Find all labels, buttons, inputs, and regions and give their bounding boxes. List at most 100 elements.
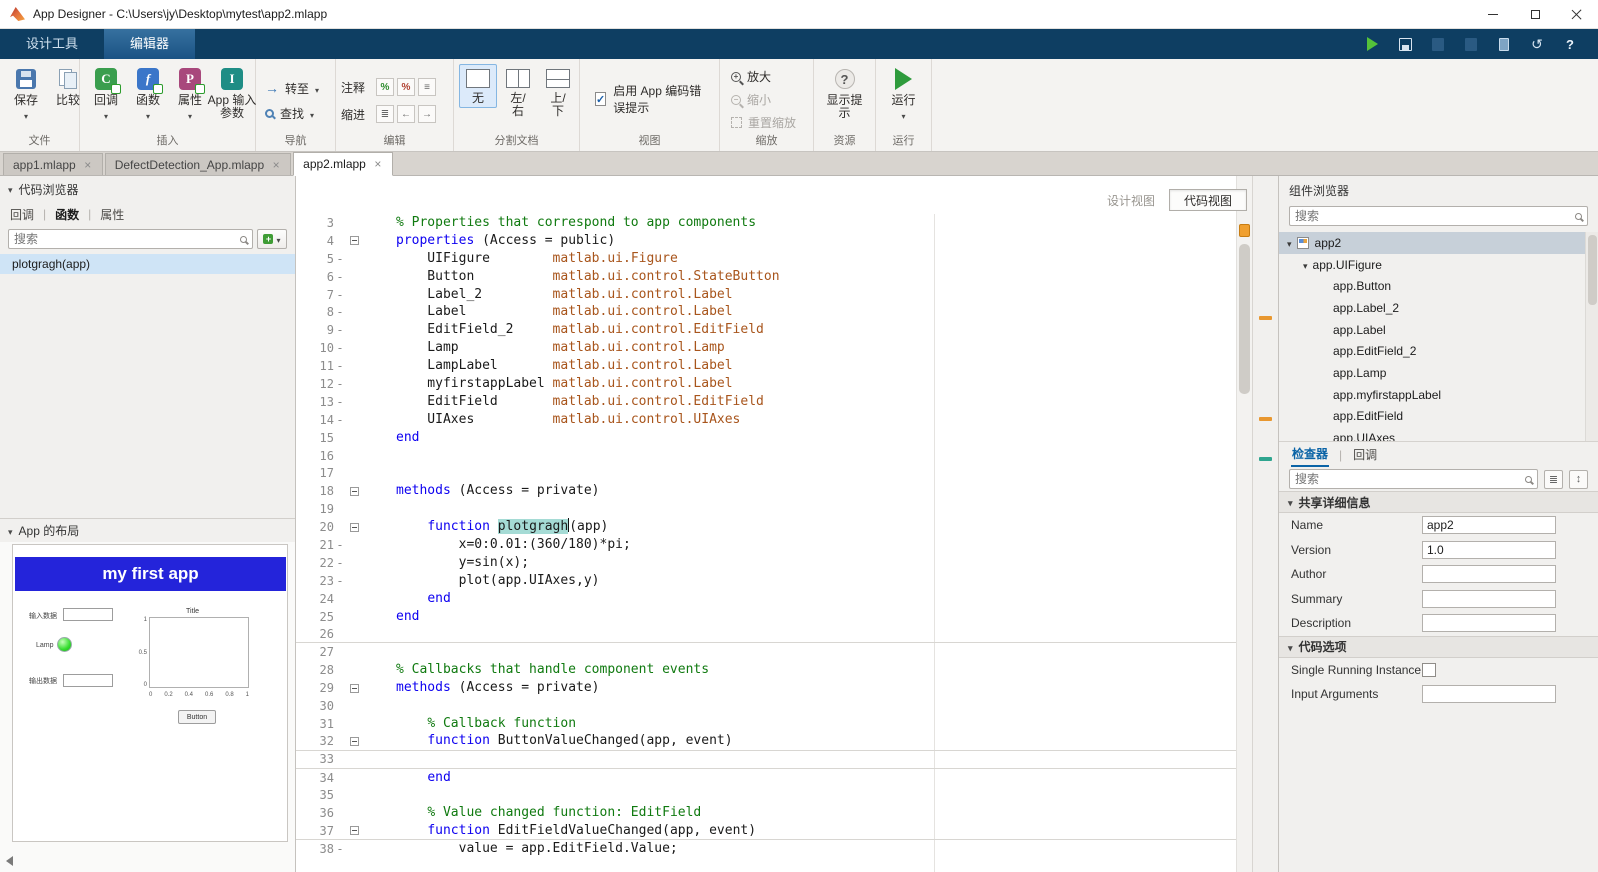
code-line[interactable]: 36 % Value changed function: EditField (296, 804, 1236, 822)
code-browser-tab[interactable]: 属性 (100, 206, 124, 223)
line-number[interactable]: 37 (296, 824, 334, 838)
code-line[interactable]: 19 (296, 500, 1236, 518)
fold-marker-icon[interactable] (349, 236, 359, 246)
comment-button[interactable] (376, 78, 394, 96)
close-tab-icon[interactable] (83, 158, 93, 172)
inspector-tab[interactable]: 检查器 (1291, 442, 1330, 467)
line-number[interactable]: 38 (296, 842, 334, 856)
view-list-button[interactable] (1544, 469, 1563, 489)
code-line[interactable]: 32 function ButtonValueChanged(app, even… (296, 733, 1236, 751)
line-number[interactable]: 19 (296, 502, 334, 516)
paste-quick-button[interactable] (1492, 33, 1516, 55)
code-line[interactable]: 23- plot(app.UIAxes,y) (296, 572, 1236, 590)
code-line[interactable]: 37 function EditFieldValueChanged(app, e… (296, 822, 1236, 841)
scrollbar-thumb[interactable] (1588, 235, 1597, 305)
find-button[interactable]: 查找 (261, 102, 318, 125)
fold-marker-icon[interactable] (349, 826, 359, 836)
code-line[interactable]: 30 (296, 697, 1236, 715)
property-checkbox[interactable] (1422, 662, 1436, 677)
property-field-name[interactable] (1422, 516, 1556, 535)
line-number[interactable]: 3 (296, 216, 334, 230)
code-line[interactable]: 13- EditField matlab.ui.control.EditFiel… (296, 393, 1236, 411)
document-tab[interactable]: DefectDetection_App.mlapp (104, 153, 292, 175)
search-box[interactable] (1289, 206, 1588, 226)
add-function-split-button[interactable] (257, 229, 287, 249)
collapse-arrow-icon[interactable] (1287, 236, 1292, 250)
line-number[interactable]: 35 (296, 788, 334, 802)
code-line[interactable]: 16 (296, 447, 1236, 465)
code-lines[interactable]: 3 % Properties that correspond to app com… (296, 214, 1236, 872)
code-line[interactable]: 14- UIAxes matlab.ui.control.UIAxes (296, 411, 1236, 429)
line-number[interactable]: 23 (296, 574, 334, 588)
line-number[interactable]: 18 (296, 484, 334, 498)
app-layout-header[interactable]: App 的布局 (0, 518, 295, 542)
tree-item-app-root[interactable]: app2 (1279, 232, 1598, 254)
line-number[interactable]: 34 (296, 771, 334, 785)
enable-coding-alerts-option[interactable]: 启用 App 编码错误提示 (595, 82, 704, 116)
collapse-arrow-icon[interactable] (8, 182, 13, 196)
inspector-tab[interactable]: 回调 (1352, 443, 1378, 466)
line-number[interactable]: 17 (296, 466, 334, 480)
property-field-author[interactable] (1422, 565, 1556, 584)
code-line[interactable]: 4 properties (Access = public) (296, 232, 1236, 250)
property-field-version[interactable] (1422, 540, 1556, 559)
tree-item-component[interactable]: app.Button (1279, 275, 1598, 297)
line-number[interactable]: 6 (296, 270, 334, 284)
tab-design-tools[interactable]: 设计工具 (0, 29, 104, 59)
line-number[interactable]: 9 (296, 323, 334, 337)
code-line[interactable]: 28 % Callbacks that handle component even… (296, 661, 1236, 679)
maximize-button[interactable] (1514, 0, 1556, 28)
search-box[interactable] (1289, 469, 1538, 489)
code-line[interactable]: 5- UIFigure matlab.ui.Figure (296, 250, 1236, 268)
code-line[interactable]: 33 (296, 751, 1236, 769)
code-line[interactable]: 7- Label_2 matlab.ui.control.Label (296, 286, 1236, 304)
goto-button[interactable]: 转至 (261, 77, 323, 100)
warning-indicator-icon[interactable] (1239, 224, 1250, 237)
property-field-description[interactable] (1422, 614, 1556, 633)
cut-quick-button[interactable] (1426, 33, 1450, 55)
close-tab-icon[interactable] (271, 158, 281, 172)
code-line[interactable]: 3 % Properties that correspond to app com… (296, 214, 1236, 232)
design-view-button[interactable]: 设计视图 (1093, 189, 1169, 211)
line-number[interactable]: 7 (296, 288, 334, 302)
tree-item-component[interactable]: app.EditField_2 (1279, 340, 1598, 362)
tree-item-component[interactable]: app.Lamp (1279, 362, 1598, 384)
code-line[interactable]: 18 methods (Access = private) (296, 482, 1236, 500)
editor-indicator-mark[interactable] (1259, 457, 1272, 461)
code-line[interactable]: 29 methods (Access = private) (296, 679, 1236, 697)
save-button[interactable]: 保存 (5, 64, 47, 124)
code-line[interactable]: 15 end (296, 429, 1236, 447)
line-number[interactable]: 11 (296, 359, 334, 373)
code-line[interactable]: 12- myfirstappLabel matlab.ui.control.La… (296, 375, 1236, 393)
search-input[interactable] (14, 232, 236, 246)
save-quick-button[interactable] (1393, 33, 1417, 55)
indent-right-button[interactable] (418, 105, 436, 123)
line-number[interactable]: 14 (296, 413, 334, 427)
code-line[interactable]: 35 (296, 787, 1236, 805)
checkbox-checked-icon[interactable] (595, 92, 607, 106)
property-field-input-arguments[interactable] (1422, 685, 1556, 704)
close-button[interactable] (1556, 0, 1598, 28)
line-number[interactable]: 16 (296, 449, 334, 463)
wrap-comments-button[interactable] (418, 78, 436, 96)
line-number[interactable]: 27 (296, 645, 334, 659)
code-browser-header[interactable]: 代码浏览器 (0, 176, 295, 202)
code-line[interactable]: 20 function plotgragh(app) (296, 518, 1236, 536)
code-line[interactable]: 24 end (296, 590, 1236, 608)
tree-item-component[interactable]: app.Label_2 (1279, 297, 1598, 319)
code-line[interactable]: 10- Lamp matlab.ui.control.Lamp (296, 339, 1236, 357)
inspector-search-input[interactable] (1295, 472, 1521, 486)
code-line[interactable]: 25 end (296, 608, 1236, 626)
code-line[interactable]: 34 end (296, 769, 1236, 787)
uncomment-button[interactable] (397, 78, 415, 96)
undo-quick-button[interactable] (1525, 33, 1549, 55)
tree-scrollbar[interactable] (1585, 232, 1598, 441)
tree-item-component[interactable]: app.Label (1279, 319, 1598, 341)
component-search-input[interactable] (1295, 209, 1571, 223)
indent-left-button[interactable] (397, 105, 415, 123)
smart-indent-button[interactable] (376, 105, 394, 123)
editor-indicator-mark[interactable] (1259, 417, 1272, 421)
line-number[interactable]: 32 (296, 734, 334, 748)
line-number[interactable]: 8 (296, 305, 334, 319)
split-left-right-button[interactable]: 左/右 (499, 64, 537, 121)
